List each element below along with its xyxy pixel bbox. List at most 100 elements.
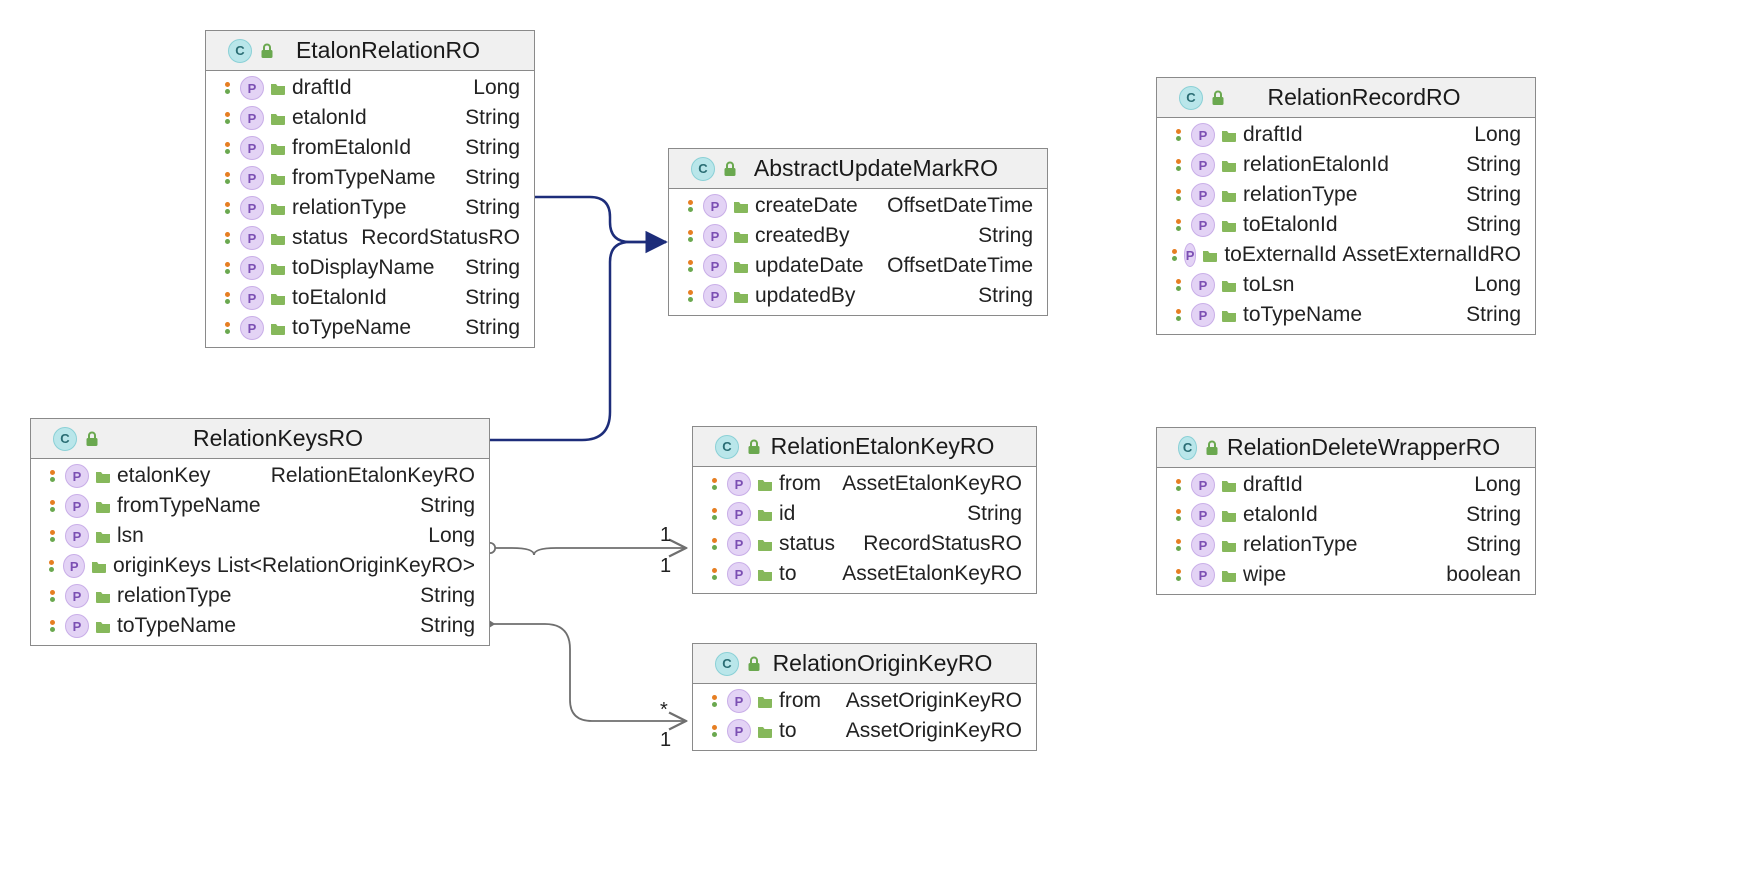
- field-type: String: [465, 196, 520, 220]
- gutter-dots-icon: [45, 560, 57, 572]
- field-type: String: [1466, 303, 1521, 327]
- field-row[interactable]: PdraftIdLong: [206, 73, 534, 103]
- folder-icon: [270, 321, 286, 335]
- field-type: AssetExternalIdRO: [1342, 243, 1521, 267]
- field-row[interactable]: PupdatedByString: [669, 281, 1047, 311]
- property-icon: P: [1191, 153, 1215, 177]
- property-icon: P: [240, 286, 264, 310]
- lock-icon: [85, 431, 99, 447]
- property-icon: P: [1191, 273, 1215, 297]
- field-row[interactable]: PtoExternalIdAssetExternalIdRO: [1157, 240, 1535, 270]
- lock-icon: [723, 161, 737, 177]
- class-RelationDeleteWrapperRO[interactable]: CRelationDeleteWrapperROPdraftIdLongPeta…: [1156, 427, 1536, 595]
- field-row[interactable]: PtoTypeNameString: [1157, 300, 1535, 330]
- field-row[interactable]: PrelationTypeString: [1157, 180, 1535, 210]
- field-row[interactable]: PtoEtalonIdString: [206, 283, 534, 313]
- field-row[interactable]: PrelationTypeString: [1157, 530, 1535, 560]
- field-row[interactable]: PidString: [693, 499, 1036, 529]
- field-row[interactable]: PtoDisplayNameString: [206, 253, 534, 283]
- folder-icon: [270, 171, 286, 185]
- field-row[interactable]: PtoEtalonIdString: [1157, 210, 1535, 240]
- field-row[interactable]: PcreatedByString: [669, 221, 1047, 251]
- field-name: relationType: [1243, 533, 1357, 557]
- folder-icon: [270, 201, 286, 215]
- gutter-dots-icon: [220, 232, 234, 244]
- property-icon: P: [727, 689, 751, 713]
- field-row[interactable]: PfromAssetEtalonKeyRO: [693, 469, 1036, 499]
- property-icon: P: [727, 532, 751, 556]
- field-name: relationType: [292, 196, 406, 220]
- class-RelationOriginKeyRO[interactable]: CRelationOriginKeyROPfromAssetOriginKeyR…: [692, 643, 1037, 751]
- lock-icon: [1205, 440, 1219, 456]
- field-row[interactable]: PtoTypeNameString: [206, 313, 534, 343]
- folder-icon: [1221, 308, 1237, 322]
- class-AbstractUpdateMarkRO[interactable]: CAbstractUpdateMarkROPcreateDateOffsetDa…: [668, 148, 1048, 316]
- field-row[interactable]: PfromAssetOriginKeyRO: [693, 686, 1036, 716]
- field-name: status: [779, 532, 835, 556]
- field-row[interactable]: PupdateDateOffsetDateTime: [669, 251, 1047, 281]
- field-row[interactable]: PetalonIdString: [206, 103, 534, 133]
- gutter-dots-icon: [220, 112, 234, 124]
- folder-icon: [95, 529, 111, 543]
- field-list: PcreateDateOffsetDateTimePcreatedByStrin…: [669, 189, 1047, 315]
- field-row[interactable]: PrelationTypeString: [31, 581, 489, 611]
- field-row[interactable]: PrelationTypeString: [206, 193, 534, 223]
- class-RelationRecordRO[interactable]: CRelationRecordROPdraftIdLongPrelationEt…: [1156, 77, 1536, 335]
- field-row[interactable]: PoriginKeysList<RelationOriginKeyRO>: [31, 551, 489, 581]
- folder-icon: [733, 229, 749, 243]
- class-icon: C: [715, 652, 739, 676]
- field-type: Long: [1474, 123, 1521, 147]
- field-row[interactable]: PfromTypeNameString: [31, 491, 489, 521]
- field-row[interactable]: PtoAssetOriginKeyRO: [693, 716, 1036, 746]
- gutter-dots-icon: [1171, 189, 1185, 201]
- property-icon: P: [240, 76, 264, 100]
- field-row[interactable]: PstatusRecordStatusRO: [206, 223, 534, 253]
- field-row[interactable]: PetalonKeyRelationEtalonKeyRO: [31, 461, 489, 491]
- gutter-dots-icon: [1171, 309, 1185, 321]
- lock-icon: [747, 439, 761, 455]
- field-row[interactable]: PtoAssetEtalonKeyRO: [693, 559, 1036, 589]
- property-icon: P: [65, 614, 89, 638]
- field-type: Long: [1474, 473, 1521, 497]
- gutter-dots-icon: [45, 620, 59, 632]
- field-row[interactable]: PstatusRecordStatusRO: [693, 529, 1036, 559]
- field-row[interactable]: PlsnLong: [31, 521, 489, 551]
- field-row[interactable]: PfromEtalonIdString: [206, 133, 534, 163]
- mult-origin-bottom: 1: [660, 729, 671, 751]
- folder-icon: [1221, 568, 1237, 582]
- folder-icon: [270, 291, 286, 305]
- gutter-dots-icon: [220, 142, 234, 154]
- gutter-dots-icon: [707, 478, 721, 490]
- class-RelationEtalonKeyRO[interactable]: CRelationEtalonKeyROPfromAssetEtalonKeyR…: [692, 426, 1037, 594]
- field-list: PfromAssetEtalonKeyROPidStringPstatusRec…: [693, 467, 1036, 593]
- field-row[interactable]: PrelationEtalonIdString: [1157, 150, 1535, 180]
- field-type: RelationEtalonKeyRO: [271, 464, 475, 488]
- lock-icon: [260, 43, 274, 59]
- field-type: Long: [1474, 273, 1521, 297]
- field-row[interactable]: PtoTypeNameString: [31, 611, 489, 641]
- property-icon: P: [240, 166, 264, 190]
- class-RelationKeysRO[interactable]: CRelationKeysROPetalonKeyRelationEtalonK…: [30, 418, 490, 646]
- field-row[interactable]: PcreateDateOffsetDateTime: [669, 191, 1047, 221]
- class-EtalonRelationRO[interactable]: CEtalonRelationROPdraftIdLongPetalonIdSt…: [205, 30, 535, 348]
- field-type: String: [465, 106, 520, 130]
- field-row[interactable]: PetalonIdString: [1157, 500, 1535, 530]
- gutter-dots-icon: [1171, 279, 1185, 291]
- property-icon: P: [240, 136, 264, 160]
- field-name: originKeys: [113, 554, 211, 578]
- folder-icon: [1221, 508, 1237, 522]
- field-type: String: [978, 224, 1033, 248]
- folder-icon: [733, 289, 749, 303]
- field-row[interactable]: PdraftIdLong: [1157, 120, 1535, 150]
- field-row[interactable]: Pwipeboolean: [1157, 560, 1535, 590]
- field-row[interactable]: PdraftIdLong: [1157, 470, 1535, 500]
- gutter-dots-icon: [707, 695, 721, 707]
- property-icon: P: [65, 584, 89, 608]
- field-row[interactable]: PfromTypeNameString: [206, 163, 534, 193]
- field-row[interactable]: PtoLsnLong: [1157, 270, 1535, 300]
- property-icon: P: [240, 256, 264, 280]
- field-name: etalonKey: [117, 464, 210, 488]
- property-icon: P: [703, 224, 727, 248]
- folder-icon: [95, 469, 111, 483]
- field-list: PetalonKey RelationEtalonKeyRO PfromTypeNa…: [31, 459, 489, 645]
